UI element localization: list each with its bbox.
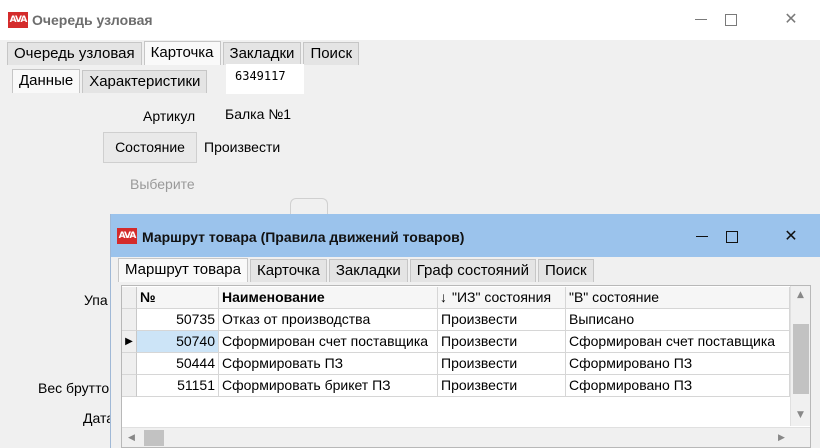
table-row[interactable]: 50444 Сформировать ПЗ Произвести Сформир…: [122, 353, 790, 375]
cell-from: Произвести: [438, 353, 566, 375]
row-indicator: [122, 375, 137, 397]
cell-name: Сформировать брикет ПЗ: [219, 375, 438, 397]
scroll-right-icon[interactable]: ▶: [778, 433, 785, 443]
maximize-icon: [726, 230, 738, 243]
app-logo-icon: AVA: [8, 12, 28, 28]
tab-state-graph[interactable]: Граф состояний: [409, 259, 536, 282]
scroll-down-icon[interactable]: ▼: [797, 410, 804, 420]
cell-name: Сформирован счет поставщика: [219, 331, 438, 353]
cell-from: Произвести: [438, 375, 566, 397]
cell-to: Сформировано ПЗ: [566, 375, 790, 397]
route-grid[interactable]: № Наименование ↓ "ИЗ" состояния "В" сост…: [121, 285, 811, 448]
cell-from: Произвести: [438, 331, 566, 353]
dialog-titlebar: AVA Маршрут товара (Правила движений тов…: [111, 214, 820, 257]
article-label: Артикул: [143, 108, 196, 124]
horizontal-scrollbar[interactable]: ◀ ▶: [122, 427, 810, 447]
choose-hint: Выберите: [130, 176, 195, 192]
maximize-icon: [725, 13, 737, 26]
vertical-scrollbar[interactable]: ▲ ▼: [790, 286, 810, 426]
scroll-up-icon[interactable]: ▲: [797, 290, 804, 300]
card-subtabstrip: Данные Характеристики: [12, 69, 209, 93]
sort-desc-icon: ↓: [440, 289, 447, 305]
tab-card[interactable]: Карточка: [143, 41, 221, 65]
cell-num: 51151: [137, 375, 219, 397]
cell-num: 50735: [137, 309, 219, 331]
cell-num: 50444: [137, 353, 219, 375]
gross-weight-label: Вес брутто: [38, 380, 110, 396]
dialog-title: Маршрут товара (Правила движений товаров…: [142, 229, 465, 245]
dialog-logo-icon: AVA: [117, 228, 137, 244]
header-from-label: "ИЗ" состояния: [452, 289, 552, 305]
cell-to: Сформирован счет поставщика: [566, 331, 790, 353]
main-window-title: Очередь узловая: [32, 12, 153, 28]
header-name[interactable]: Наименование: [219, 287, 438, 309]
row-indicator: [122, 353, 137, 375]
article-value: Балка №1: [225, 106, 292, 122]
current-row-icon: ▶: [122, 331, 137, 353]
subtab-characteristics[interactable]: Характеристики: [82, 70, 208, 93]
partial-control: [290, 198, 328, 214]
cell-name: Сформировать ПЗ: [219, 353, 438, 375]
table-row[interactable]: 51151 Сформировать брикет ПЗ Произвести …: [122, 375, 790, 397]
maximize-button[interactable]: [702, 0, 760, 40]
tab-bookmarks[interactable]: Закладки: [328, 259, 408, 282]
main-tabstrip: Очередь узловая Карточка Закладки Поиск: [7, 41, 361, 65]
cell-to: Выписано: [566, 309, 790, 331]
vertical-scroll-thumb[interactable]: [793, 324, 809, 394]
cell-to: Сформировано ПЗ: [566, 353, 790, 375]
tab-bookmarks[interactable]: Закладки: [222, 42, 302, 65]
header-num[interactable]: №: [137, 287, 219, 309]
tab-queue[interactable]: Очередь узловая: [7, 42, 142, 65]
tab-card[interactable]: Карточка: [249, 259, 327, 282]
cell-from: Произвести: [438, 309, 566, 331]
grid-header: № Наименование ↓ "ИЗ" состояния "В" сост…: [122, 287, 790, 309]
row-indicator-header: [122, 287, 137, 309]
card-id-field: 6349117: [226, 64, 304, 94]
tab-search[interactable]: Поиск: [537, 259, 594, 282]
packaging-label: Упа: [84, 292, 108, 308]
close-icon: ✕: [784, 9, 798, 28]
state-value: Произвести: [204, 139, 281, 155]
header-to[interactable]: "В" состояние: [566, 287, 790, 309]
tab-search[interactable]: Поиск: [303, 42, 360, 65]
cell-name: Отказ от производства: [219, 309, 438, 331]
cell-num: 50740: [137, 331, 219, 353]
dialog-maximize-button[interactable]: [703, 214, 761, 257]
header-from[interactable]: ↓ "ИЗ" состояния: [438, 287, 566, 309]
table-row-selected[interactable]: ▶ 50740 Сформирован счет поставщика Прои…: [122, 331, 790, 353]
subtab-data[interactable]: Данные: [12, 69, 81, 93]
main-window-titlebar: AVA Очередь узловая ✕: [0, 0, 820, 40]
dialog-tabstrip: Маршрут товара Карточка Закладки Граф со…: [118, 258, 596, 282]
row-indicator: [122, 309, 137, 331]
dialog-close-button[interactable]: ✕: [762, 214, 820, 257]
horizontal-scroll-thumb[interactable]: [144, 430, 164, 446]
scroll-left-icon[interactable]: ◀: [128, 433, 135, 443]
table-row[interactable]: 50735 Отказ от производства Произвести В…: [122, 309, 790, 331]
close-button[interactable]: ✕: [762, 0, 820, 40]
close-icon: ✕: [784, 226, 798, 245]
route-dialog: AVA Маршрут товара (Правила движений тов…: [110, 214, 820, 448]
tab-route[interactable]: Маршрут товара: [118, 258, 248, 282]
state-button[interactable]: Состояние: [103, 132, 197, 163]
